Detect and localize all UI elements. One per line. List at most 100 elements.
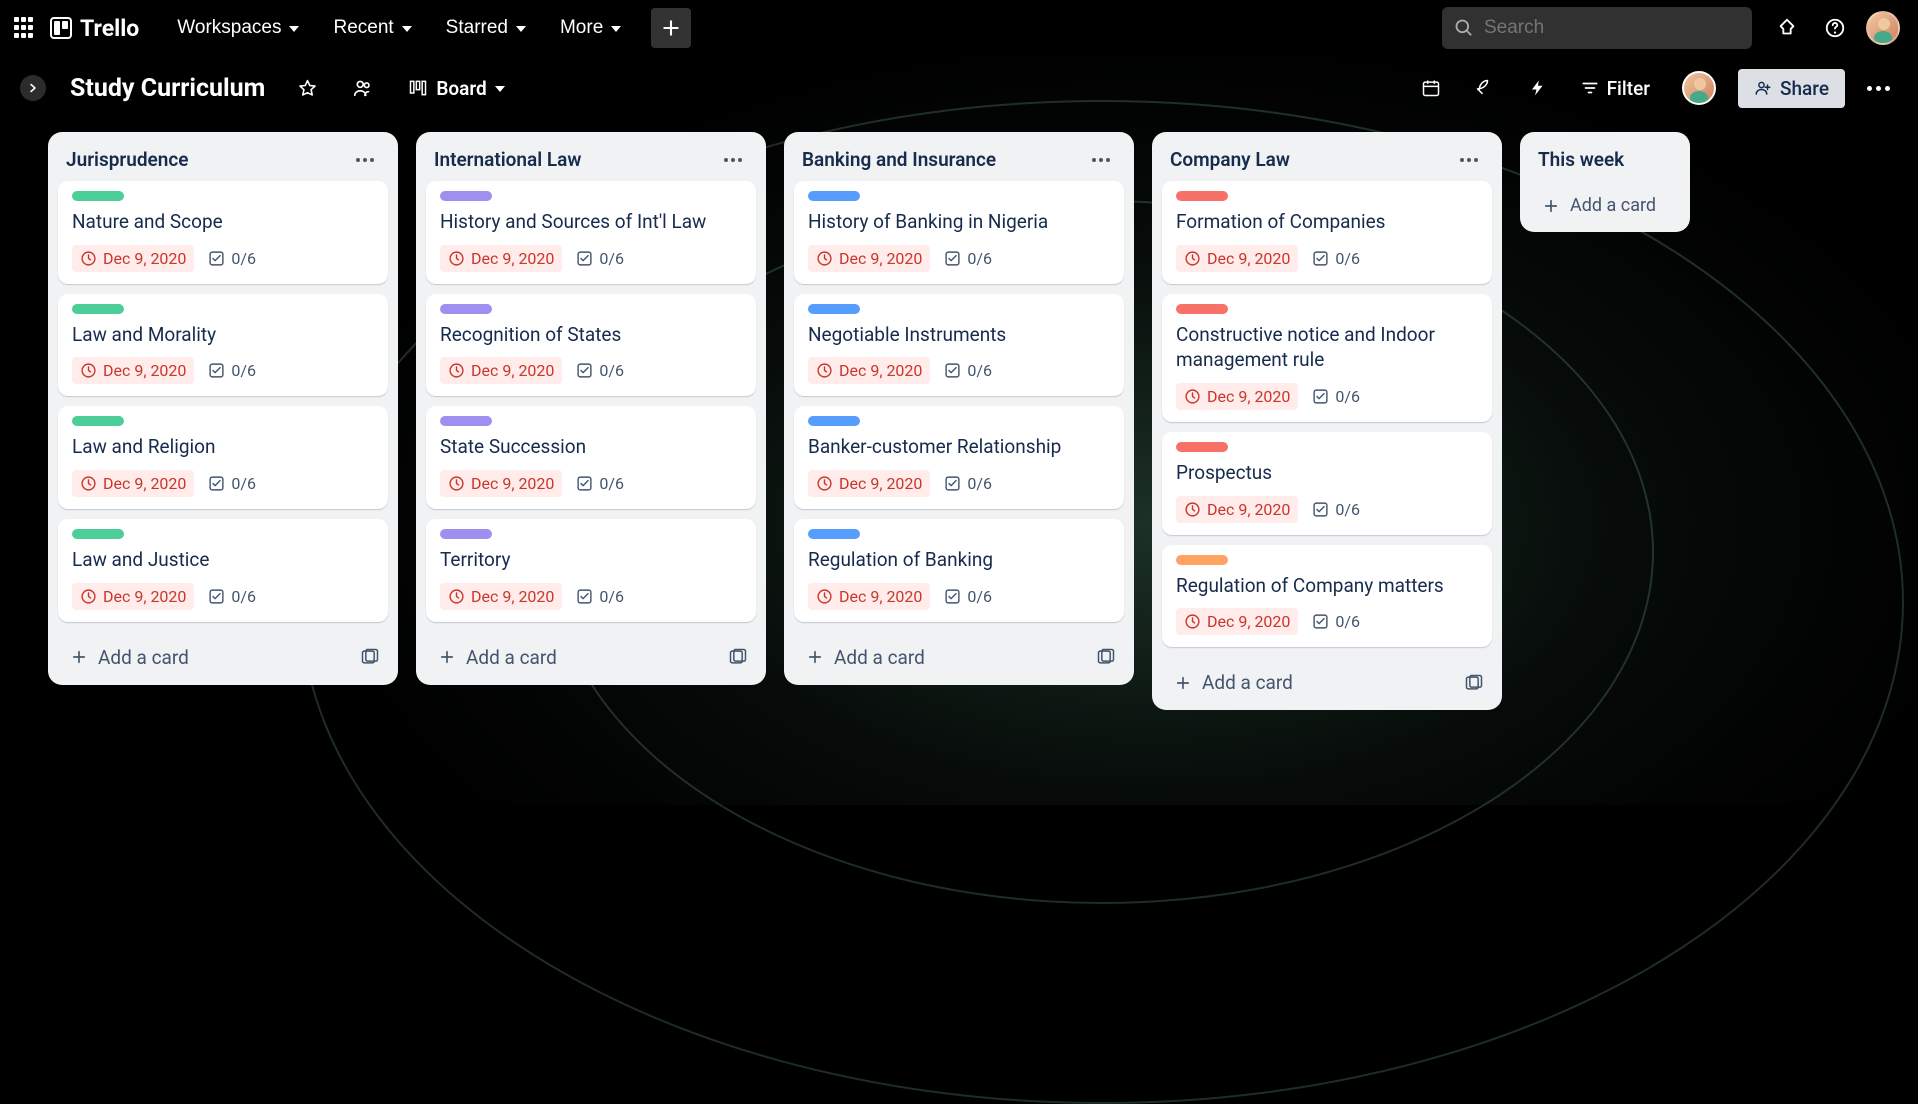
share-button[interactable]: Share [1738, 69, 1845, 108]
due-date-badge[interactable]: Dec 9, 2020 [72, 583, 194, 610]
due-date-badge[interactable]: Dec 9, 2020 [72, 357, 194, 384]
card[interactable]: Territory Dec 9, 2020 0/6 [426, 519, 756, 622]
card[interactable]: Prospectus Dec 9, 2020 0/6 [1162, 432, 1492, 535]
star-board-button[interactable] [287, 72, 328, 105]
card[interactable]: History of Banking in Nigeria Dec 9, 202… [794, 181, 1124, 284]
avatar [1682, 71, 1716, 105]
starred-menu[interactable]: Starred [432, 9, 540, 47]
visibility-button[interactable] [342, 71, 384, 105]
checklist-count: 0/6 [967, 249, 992, 268]
list-menu-button[interactable] [1086, 152, 1116, 168]
due-date-badge[interactable]: Dec 9, 2020 [440, 583, 562, 610]
create-from-template-button[interactable] [724, 643, 752, 671]
due-date-badge[interactable]: Dec 9, 2020 [1176, 608, 1298, 635]
card[interactable]: Formation of Companies Dec 9, 2020 0/6 [1162, 181, 1492, 284]
board-menu-button[interactable] [1859, 78, 1898, 99]
due-date-badge[interactable]: Dec 9, 2020 [808, 470, 930, 497]
plus-icon [438, 648, 456, 666]
add-card-button[interactable]: Add a card [798, 640, 1092, 675]
card-badges: Dec 9, 2020 0/6 [440, 470, 742, 497]
card[interactable]: State Succession Dec 9, 2020 0/6 [426, 406, 756, 509]
checklist-badge: 0/6 [1312, 387, 1360, 406]
apps-switcher-icon[interactable] [14, 17, 36, 39]
search-input[interactable] [1484, 17, 1740, 39]
list-footer: Add a card [48, 632, 398, 677]
due-date-badge[interactable]: Dec 9, 2020 [808, 583, 930, 610]
workspaces-menu[interactable]: Workspaces [163, 9, 313, 47]
clock-icon [448, 250, 465, 267]
create-from-template-button[interactable] [1092, 643, 1120, 671]
checklist-count: 0/6 [1335, 387, 1360, 406]
list-title[interactable]: International Law [434, 148, 581, 171]
create-button[interactable] [651, 8, 691, 48]
checklist-count: 0/6 [599, 587, 624, 606]
card[interactable]: Law and Morality Dec 9, 2020 0/6 [58, 294, 388, 397]
card[interactable]: Law and Religion Dec 9, 2020 0/6 [58, 406, 388, 509]
card[interactable]: Regulation of Company matters Dec 9, 202… [1162, 545, 1492, 648]
recent-menu[interactable]: Recent [319, 9, 425, 47]
card[interactable]: Regulation of Banking Dec 9, 2020 0/6 [794, 519, 1124, 622]
card[interactable]: History and Sources of Int'l Law Dec 9, … [426, 181, 756, 284]
automation-button[interactable] [1519, 73, 1557, 103]
board-header: Study Curriculum Board Filter Share [0, 56, 1918, 120]
list-title[interactable]: Banking and Insurance [802, 148, 996, 171]
trello-logo[interactable]: Trello [50, 15, 139, 42]
list-title[interactable]: Jurisprudence [66, 148, 189, 171]
card[interactable]: Banker-customer Relationship Dec 9, 2020… [794, 406, 1124, 509]
due-date-badge[interactable]: Dec 9, 2020 [440, 245, 562, 272]
help-button[interactable] [1814, 7, 1856, 49]
card-label [72, 416, 124, 426]
clock-icon [1184, 388, 1201, 405]
add-card-button[interactable]: Add a card [430, 640, 724, 675]
list-title[interactable]: Company Law [1170, 148, 1290, 171]
more-label: More [560, 17, 603, 39]
list: This week Add a card [1520, 132, 1690, 232]
list-footer: Add a card [784, 632, 1134, 677]
view-switcher[interactable]: Board [398, 71, 514, 106]
card[interactable]: Negotiable Instruments Dec 9, 2020 0/6 [794, 294, 1124, 397]
checklist-badge: 0/6 [1312, 612, 1360, 631]
list-title[interactable]: This week [1538, 148, 1624, 171]
due-date-badge[interactable]: Dec 9, 2020 [808, 357, 930, 384]
board-member-avatar[interactable] [1678, 67, 1720, 109]
list-menu-button[interactable] [350, 152, 380, 168]
due-date-badge[interactable]: Dec 9, 2020 [440, 357, 562, 384]
due-date-badge[interactable]: Dec 9, 2020 [808, 245, 930, 272]
chevron-right-icon [27, 82, 39, 94]
add-card-button[interactable]: Add a card [62, 640, 356, 675]
notifications-button[interactable] [1766, 7, 1808, 49]
card-label [440, 416, 492, 426]
list-menu-button[interactable] [718, 152, 748, 168]
card[interactable]: Nature and Scope Dec 9, 2020 0/6 [58, 181, 388, 284]
list-menu-button[interactable] [1454, 152, 1484, 168]
card[interactable]: Recognition of States Dec 9, 2020 0/6 [426, 294, 756, 397]
due-date-badge[interactable]: Dec 9, 2020 [72, 470, 194, 497]
create-from-template-button[interactable] [1460, 669, 1488, 697]
due-date-badge[interactable]: Dec 9, 2020 [72, 245, 194, 272]
clock-icon [80, 475, 97, 492]
add-card-button[interactable]: Add a card [1166, 665, 1460, 700]
due-date-badge[interactable]: Dec 9, 2020 [1176, 496, 1298, 523]
board-title[interactable]: Study Curriculum [70, 74, 265, 103]
add-member-icon [1754, 79, 1772, 97]
due-date-badge[interactable]: Dec 9, 2020 [1176, 383, 1298, 410]
filter-button[interactable]: Filter [1571, 71, 1660, 106]
add-card-button[interactable]: Add a card [1534, 189, 1676, 222]
due-date-badge[interactable]: Dec 9, 2020 [440, 470, 562, 497]
sidebar-expand-button[interactable] [20, 75, 46, 101]
create-from-template-button[interactable] [356, 643, 384, 671]
more-menu[interactable]: More [546, 9, 635, 47]
clock-icon [448, 362, 465, 379]
list-footer: Add a card [1152, 657, 1502, 702]
account-button[interactable] [1862, 7, 1904, 49]
due-date-badge[interactable]: Dec 9, 2020 [1176, 245, 1298, 272]
due-date-text: Dec 9, 2020 [1207, 387, 1290, 406]
card[interactable]: Law and Justice Dec 9, 2020 0/6 [58, 519, 388, 622]
calendar-power-up-button[interactable] [1411, 72, 1451, 104]
search-bar[interactable] [1442, 7, 1752, 49]
card[interactable]: Constructive notice and Indoor managemen… [1162, 294, 1492, 422]
power-up-button[interactable] [1465, 72, 1505, 104]
card-title: Regulation of Company matters [1176, 573, 1478, 599]
calendar-icon [1421, 78, 1441, 98]
board-canvas[interactable]: Jurisprudence Nature and Scope Dec 9, 20… [0, 120, 1918, 805]
